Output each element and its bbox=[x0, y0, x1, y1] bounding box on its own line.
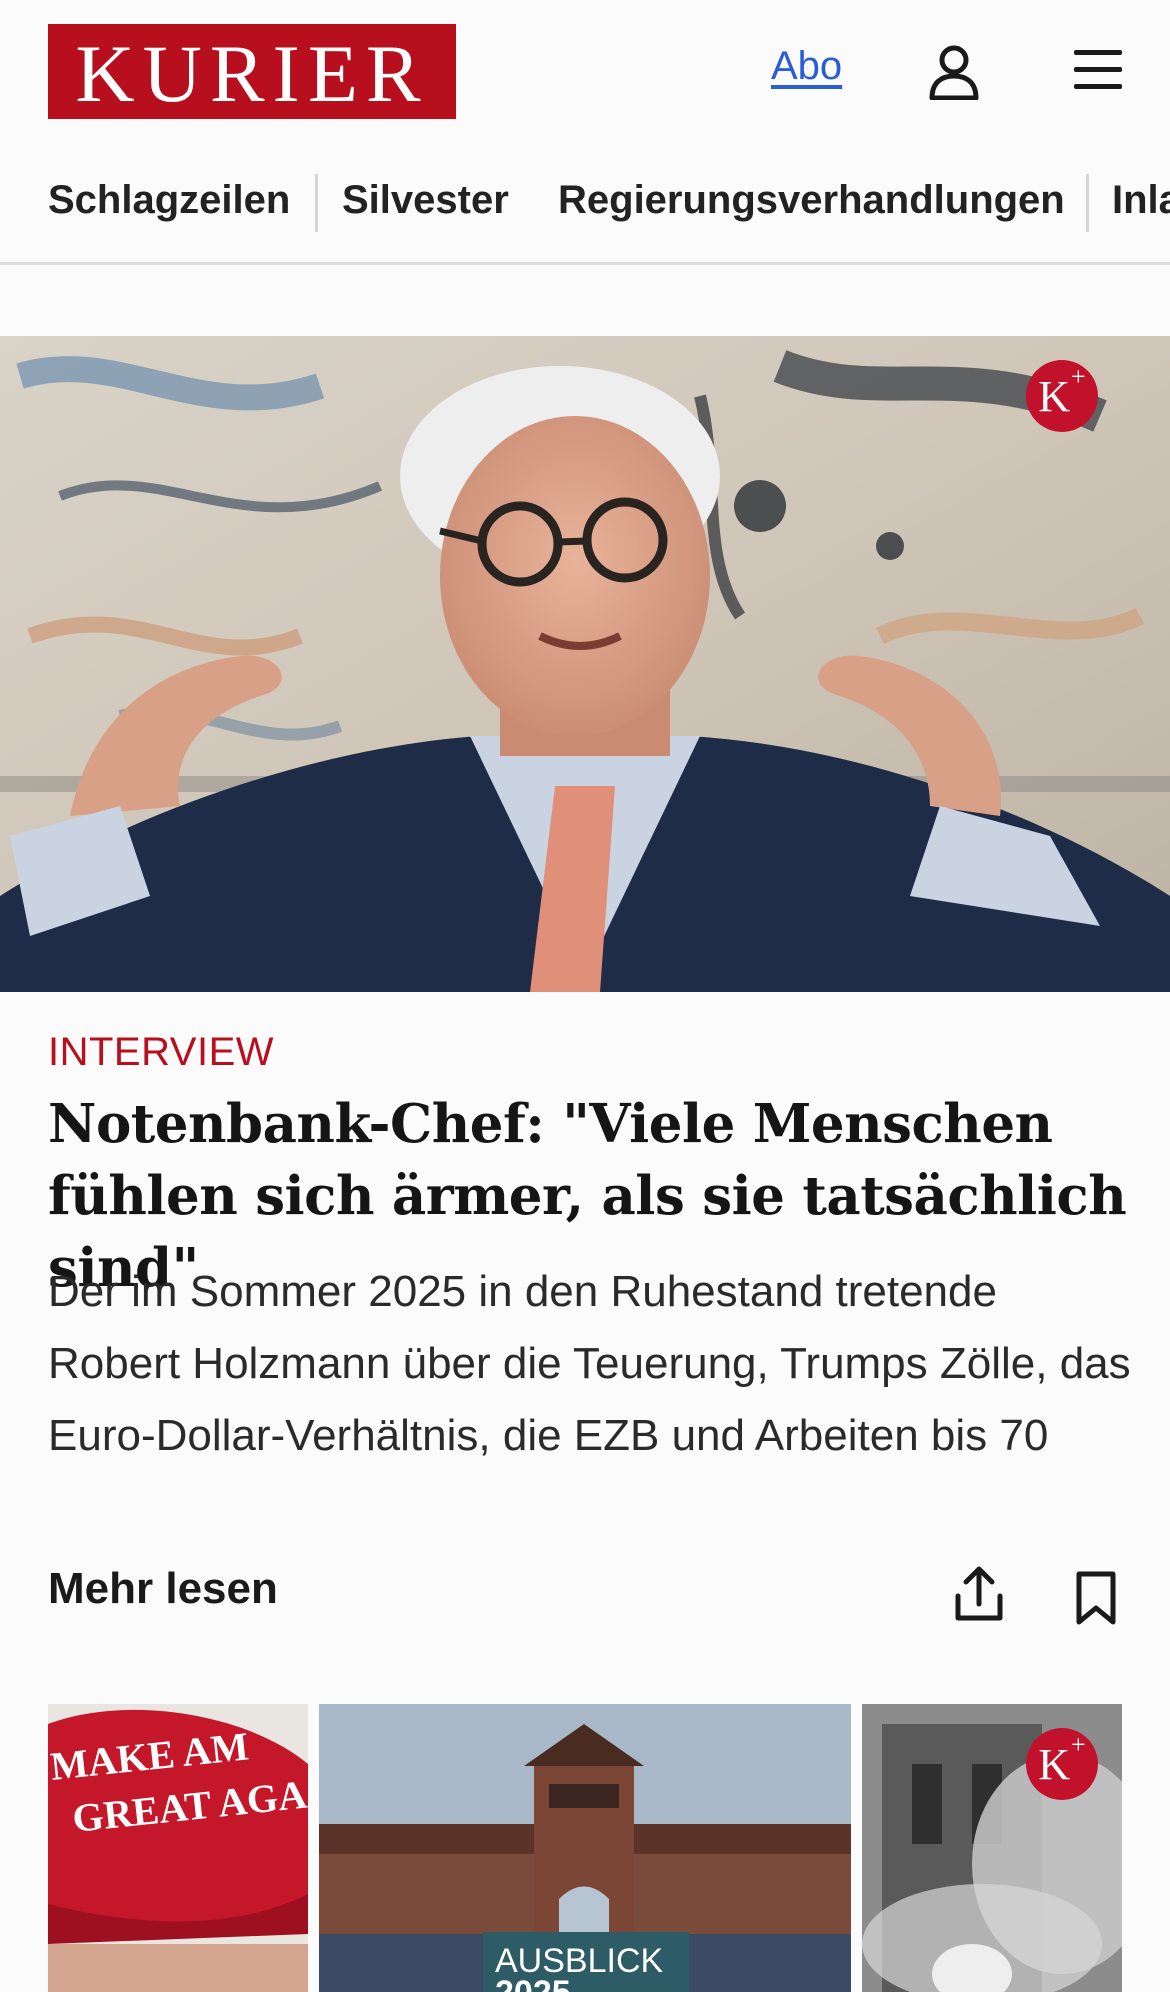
bookmark-icon[interactable] bbox=[1074, 1570, 1118, 1626]
kplus-badge-text: K+ bbox=[1038, 361, 1086, 421]
nav-item-silvester[interactable]: Silvester bbox=[342, 178, 509, 223]
site-header: KURIER Abo bbox=[0, 0, 1170, 150]
article-kicker: INTERVIEW bbox=[48, 1030, 275, 1074]
nav-divider bbox=[315, 174, 318, 232]
nav-divider bbox=[1086, 174, 1089, 232]
teaser-card-3[interactable]: K+ bbox=[862, 1704, 1122, 1992]
nav-item-inland[interactable]: Inla bbox=[1112, 178, 1170, 223]
kplus-badge: K+ bbox=[1026, 1728, 1098, 1800]
portrait-photo bbox=[0, 336, 1170, 992]
hero-image[interactable]: K+ bbox=[0, 336, 1170, 992]
read-more-link[interactable]: Mehr lesen bbox=[48, 1564, 278, 1614]
abo-link[interactable]: Abo bbox=[771, 44, 842, 89]
kplus-badge-text: K+ bbox=[1038, 1729, 1086, 1789]
kplus-badge: K+ bbox=[1026, 360, 1098, 432]
kplus-badge-plus: + bbox=[1071, 1729, 1086, 1759]
ausblick-year: 2025 bbox=[495, 1974, 571, 1992]
logo-text: KURIER bbox=[75, 27, 429, 119]
article-teaser[interactable]: Der im Sommer 2025 in den Ruhestand tret… bbox=[48, 1256, 1138, 1472]
nav-item-schlagzeilen[interactable]: Schlagzeilen bbox=[48, 178, 290, 223]
memorial-photo: AUSBLICK 2025 bbox=[319, 1704, 851, 1992]
user-icon[interactable] bbox=[928, 44, 980, 100]
teaser-card-2[interactable]: AUSBLICK 2025 bbox=[319, 1704, 851, 1992]
kplus-badge-plus: + bbox=[1071, 361, 1086, 391]
section-nav: Schlagzeilen Silvester Regierungsverhand… bbox=[0, 150, 1170, 265]
nav-item-regierungsverhandlungen[interactable]: Regierungsverhandlungen bbox=[558, 178, 1065, 223]
menu-icon[interactable] bbox=[1072, 48, 1124, 92]
maga-cap-photo: MAKE AM GREAT AGA bbox=[48, 1704, 308, 1992]
kurier-logo[interactable]: KURIER bbox=[48, 24, 456, 119]
share-icon[interactable] bbox=[954, 1566, 1004, 1622]
teaser-card-1[interactable]: MAKE AM GREAT AGA bbox=[48, 1704, 308, 1992]
